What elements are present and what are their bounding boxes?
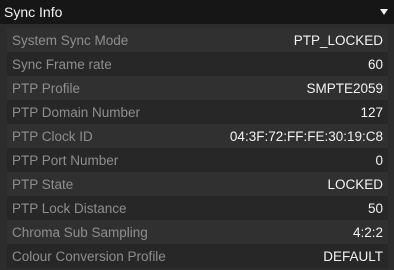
row-chroma-sub-sampling: Chroma Sub Sampling 4:2:2	[7, 220, 388, 244]
label-ptp-lock-distance: PTP Lock Distance	[12, 200, 127, 216]
label-ptp-profile: PTP Profile	[12, 80, 81, 96]
label-ptp-state: PTP State	[12, 176, 74, 192]
row-ptp-port-number: PTP Port Number 0	[7, 148, 388, 172]
label-colour-conversion-profile: Colour Conversion Profile	[12, 248, 166, 264]
value-colour-conversion-profile: DEFAULT	[323, 248, 383, 264]
label-ptp-clock-id: PTP Clock ID	[12, 128, 93, 144]
row-ptp-lock-distance: PTP Lock Distance 50	[7, 196, 388, 220]
row-ptp-state: PTP State LOCKED	[7, 172, 388, 196]
label-chroma-sub-sampling: Chroma Sub Sampling	[12, 224, 148, 240]
value-ptp-profile: SMPTE2059	[306, 80, 383, 96]
panel-title: Sync Info	[4, 4, 63, 20]
row-ptp-domain-number: PTP Domain Number 127	[7, 100, 388, 124]
row-colour-conversion-profile: Colour Conversion Profile DEFAULT	[7, 244, 388, 268]
value-sync-frame-rate: 60	[367, 56, 383, 72]
value-ptp-state: LOCKED	[327, 176, 383, 192]
value-ptp-port-number: 0	[375, 152, 383, 168]
row-sync-frame-rate: Sync Frame rate 60	[7, 52, 388, 76]
sync-info-header[interactable]: Sync Info	[0, 0, 394, 24]
row-system-sync-mode: System Sync Mode PTP_LOCKED	[7, 28, 388, 52]
label-ptp-port-number: PTP Port Number	[12, 152, 119, 168]
value-ptp-lock-distance: 50	[367, 200, 383, 216]
sync-info-list: System Sync Mode PTP_LOCKED Sync Frame r…	[7, 28, 388, 268]
triangle-down-icon[interactable]	[380, 9, 388, 15]
value-chroma-sub-sampling: 4:2:2	[352, 224, 383, 240]
value-system-sync-mode: PTP_LOCKED	[293, 32, 383, 48]
label-sync-frame-rate: Sync Frame rate	[12, 56, 112, 72]
value-ptp-domain-number: 127	[360, 104, 383, 120]
row-ptp-profile: PTP Profile SMPTE2059	[7, 76, 388, 100]
label-ptp-domain-number: PTP Domain Number	[12, 104, 141, 120]
label-system-sync-mode: System Sync Mode	[12, 32, 129, 48]
sync-info-panel: Sync Info System Sync Mode PTP_LOCKED Sy…	[0, 0, 394, 270]
row-ptp-clock-id: PTP Clock ID 04:3F:72:FF:FE:30:19:C8	[7, 124, 388, 148]
value-ptp-clock-id: 04:3F:72:FF:FE:30:19:C8	[229, 128, 383, 144]
